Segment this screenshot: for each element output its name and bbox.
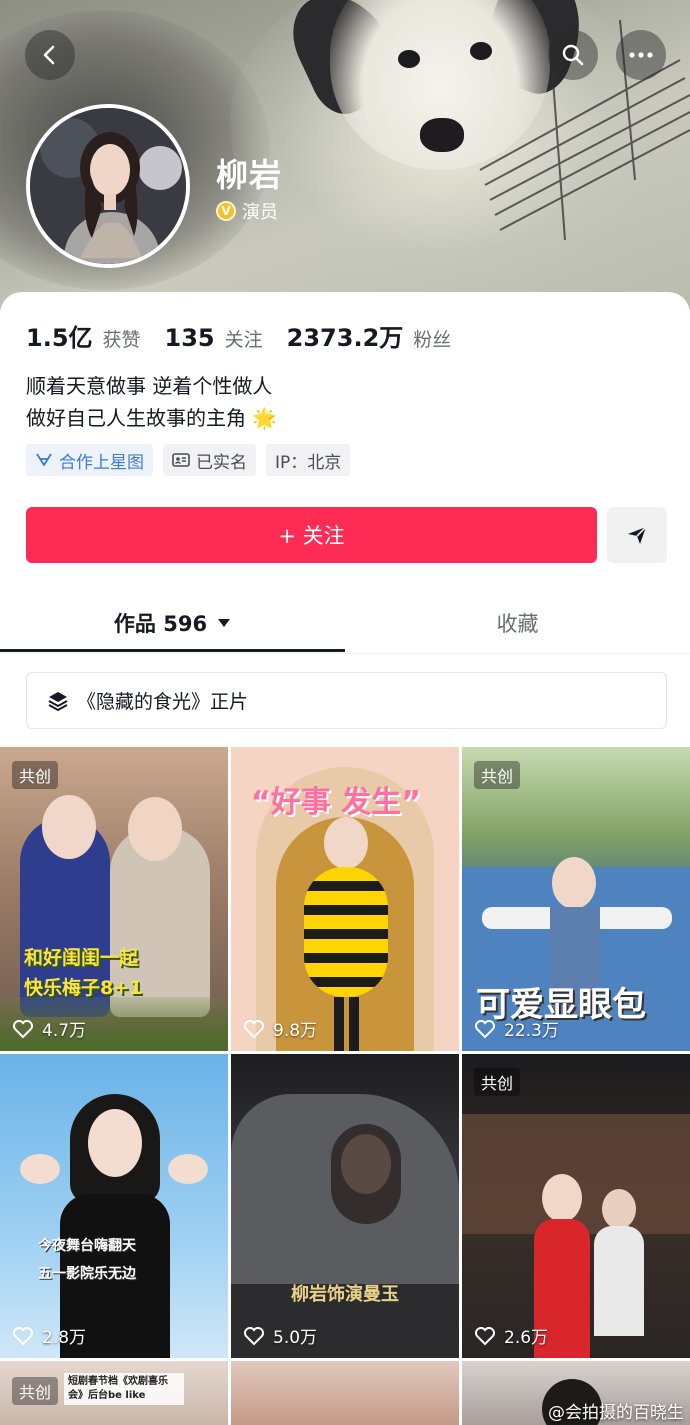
search-icon	[562, 44, 584, 66]
likes-count: 1.5亿	[26, 324, 93, 352]
co-create-badge: 共创	[474, 761, 521, 789]
id-card-icon	[172, 453, 190, 467]
heart-icon	[475, 1019, 495, 1038]
search-button[interactable]	[548, 30, 598, 80]
more-dots-icon	[629, 52, 653, 58]
more-button[interactable]	[616, 30, 666, 80]
watermark: @会拍摄的百晓生	[548, 1403, 684, 1423]
send-icon	[628, 526, 647, 544]
like-count: 4.7万	[12, 1016, 86, 1041]
verified-role: V 演员	[216, 198, 278, 224]
tab-works-label: 作品 596	[113, 612, 208, 636]
caret-down-icon	[218, 619, 231, 627]
video-thumbnail[interactable]: 共创 和好闺闺一起 快乐梅子8+1 4.7万	[0, 747, 228, 1051]
avatar-portrait	[30, 108, 186, 264]
like-count: 2.6万	[474, 1323, 548, 1348]
co-create-badge: 共创	[474, 1068, 521, 1096]
bio-line-2: 做好自己人生故事的主角 🌟	[26, 406, 278, 430]
co-create-badge: 共创	[12, 761, 59, 789]
sparkle-star-icon: 🌟	[252, 406, 278, 430]
avatar[interactable]	[26, 104, 190, 268]
profile-name: 柳岩	[216, 156, 283, 194]
video-thumbnail[interactable]: 共创 短剧春节档《欢剧喜乐会》后台be like	[0, 1361, 228, 1425]
heart-icon	[244, 1326, 264, 1345]
like-count: 9.8万	[243, 1016, 317, 1041]
tab-favorites-label: 收藏	[496, 612, 539, 636]
profile-banner: 柳岩 V 演员	[0, 0, 690, 320]
video-thumbnail[interactable]: 今夜舞台嗨翻天 五一影院乐无边 2.8万	[0, 1054, 228, 1358]
video-caption: 短剧春节档《欢剧喜乐会》后台be like	[64, 1373, 184, 1405]
video-thumbnail[interactable]: “好事 发生” 9.8万	[231, 747, 459, 1051]
heart-icon	[244, 1019, 264, 1038]
tab-works[interactable]: 作品 596	[0, 592, 345, 654]
video-thumbnail[interactable]: 共创 可爱显眼包 22.3万	[462, 747, 690, 1051]
co-create-badge: 共创	[12, 1377, 59, 1405]
like-count: 22.3万	[474, 1016, 559, 1041]
stats-row: 1.5亿 获赞 135 关注 2373.2万 粉丝	[26, 318, 465, 353]
follow-button-label: + 关注	[278, 524, 345, 548]
like-count: 5.0万	[243, 1323, 317, 1348]
likes-label: 获赞	[102, 329, 141, 351]
banner-dog-nose	[420, 118, 464, 152]
followers-label[interactable]: 粉丝	[413, 325, 451, 352]
heart-icon	[13, 1326, 33, 1345]
tag-ip-location: IP：北京	[266, 444, 351, 476]
heart-icon	[475, 1326, 495, 1345]
star-map-icon	[36, 453, 52, 466]
tag-star-map-label: 合作上星图	[59, 452, 144, 473]
verified-badge-icon: V	[216, 201, 236, 221]
banner-dog-eye	[398, 50, 420, 68]
profile-tags: 合作上星图 已实名 IP：北京	[26, 444, 351, 476]
follow-button[interactable]: + 关注	[26, 507, 597, 563]
following-count[interactable]: 135	[165, 324, 215, 352]
video-caption: 今夜舞台嗨翻天 五一影院乐无边	[38, 1238, 136, 1282]
tab-active-indicator	[0, 649, 345, 652]
video-caption: “好事 发生”	[251, 785, 421, 820]
followers-count[interactable]: 2373.2万	[287, 318, 404, 353]
bio-line-1: 顺着天意做事 逆着个性做人	[26, 374, 273, 398]
bio: 顺着天意做事 逆着个性做人 做好自己人生故事的主角 🌟	[26, 370, 277, 434]
chevron-left-icon	[43, 45, 55, 65]
tag-ip-location-label: IP：北京	[275, 452, 342, 473]
tag-star-map[interactable]: 合作上星图	[26, 444, 153, 476]
video-thumbnail[interactable]: 共创 2.6万	[462, 1054, 690, 1358]
video-caption: 柳岩饰演曼玉	[291, 1284, 399, 1305]
tab-favorites[interactable]: 收藏	[345, 592, 690, 654]
tag-verified-name-label: 已实名	[196, 452, 247, 473]
video-caption: 和好闺闺一起 快乐梅子8+1	[24, 947, 143, 999]
collection-label: 《隐藏的食光》正片	[77, 691, 249, 713]
like-count: 2.8万	[12, 1323, 86, 1348]
role-label: 演员	[242, 202, 278, 223]
collection-bar[interactable]: 《隐藏的食光》正片	[26, 672, 667, 729]
tag-verified-name: 已实名	[163, 444, 256, 476]
share-button[interactable]	[607, 507, 667, 563]
following-label[interactable]: 关注	[225, 325, 263, 352]
video-thumbnail[interactable]: 柳岩饰演曼玉 5.0万	[231, 1054, 459, 1358]
content-tabs: 作品 596 收藏	[0, 592, 690, 654]
video-thumbnail[interactable]	[231, 1361, 459, 1425]
layers-icon	[48, 691, 68, 711]
back-button[interactable]	[25, 30, 75, 80]
heart-icon	[13, 1019, 33, 1038]
